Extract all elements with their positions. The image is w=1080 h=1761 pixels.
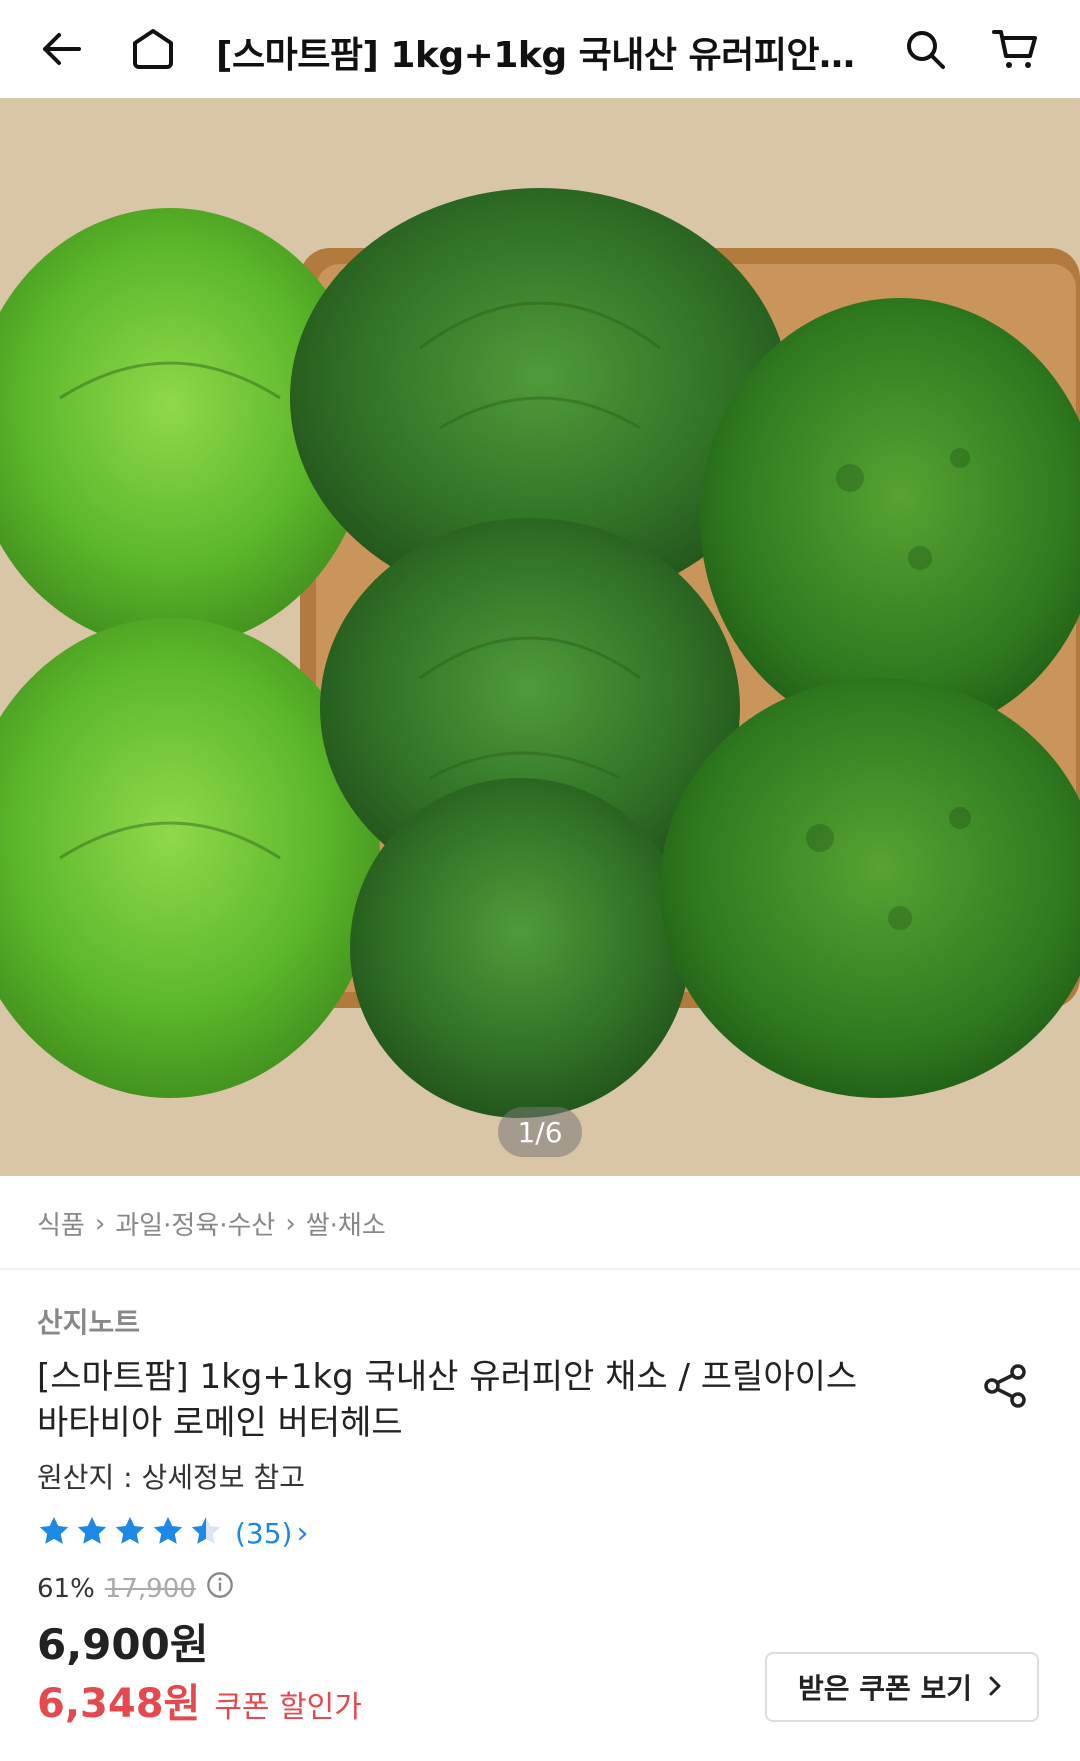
product-name: [스마트팜] 1kg+1kg 국내산 유러피안 채소 / 프릴아이스 바타비아 … [37,1354,897,1446]
chevron-right-icon: › [94,1208,106,1239]
chevron-right-icon: › [296,1515,309,1551]
rating[interactable]: (35) › [37,1514,308,1552]
chevron-right-icon [984,1671,1006,1704]
page-title: [스마트팜] 1kg+1kg 국내산 유러피안 채소 / 프릴아이스 바타비아 … [216,35,856,76]
original-price: 17,900 [104,1573,196,1604]
breadcrumb-item[interactable]: 과일·정육·수산 [115,1205,275,1242]
breadcrumb-item[interactable]: 식품 [37,1205,85,1242]
image-counter: 1/6 [498,1107,582,1157]
home-icon[interactable] [128,24,178,74]
star-icon [75,1514,109,1552]
star-icon [113,1514,147,1552]
search-icon[interactable] [900,24,950,74]
breadcrumb: 식품 › 과일·정육·수산 › 쌀·채소 [37,1205,386,1242]
divider [0,1268,1080,1270]
star-half-icon [189,1514,223,1552]
arrow-left-icon[interactable] [36,24,86,74]
product-image[interactable] [0,98,1080,1176]
coupon-price-row: 6,348원 쿠폰 할인가 [37,1671,362,1729]
star-icon [151,1514,185,1552]
sale-price: 6,900원 [37,1620,209,1669]
origin-info: 원산지 : 상세정보 참고 [37,1461,305,1494]
info-icon[interactable] [206,1571,234,1606]
discount-percent: 61% [37,1573,95,1604]
product-name-line: [스마트팜] 1kg+1kg 국내산 유러피안 채소 / 프릴아이스 [37,1357,858,1397]
coupon-price-label: 쿠폰 할인가 [214,1690,362,1725]
coupon-price: 6,348원 [37,1681,201,1727]
seller-name[interactable]: 산지노트 [37,1301,140,1341]
review-count[interactable]: (35) [235,1517,292,1550]
top-app-bar: [스마트팜] 1kg+1kg 국내산 유러피안 채소 / 프릴아이스 바타비아 … [0,0,1080,98]
share-icon[interactable] [982,1362,1032,1412]
star-icon [37,1514,71,1552]
view-coupons-label: 받은 쿠폰 보기 [797,1672,973,1705]
view-coupons-button[interactable]: 받은 쿠폰 보기 [765,1652,1039,1722]
breadcrumb-item[interactable]: 쌀·채소 [306,1205,386,1242]
discount-row: 61% 17,900 [37,1571,234,1606]
chevron-right-icon: › [285,1208,296,1239]
product-name-line: 바타비아 로메인 버터헤드 [37,1403,403,1443]
cart-icon[interactable] [990,24,1040,74]
